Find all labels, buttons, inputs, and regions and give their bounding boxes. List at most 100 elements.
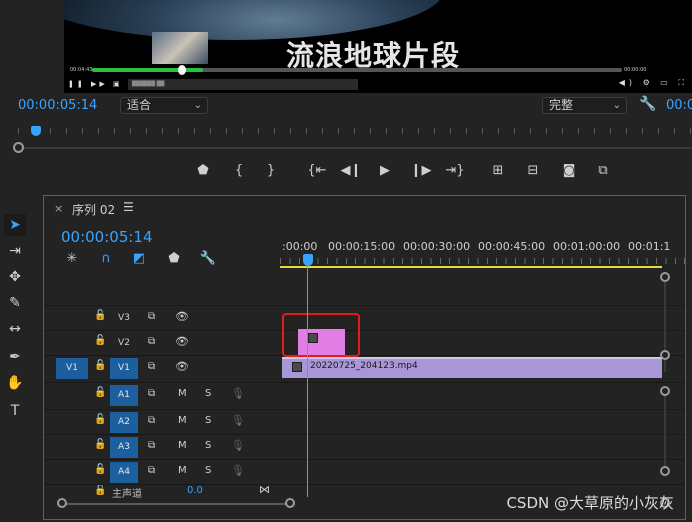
- timeline-timecode[interactable]: 00:00:05:14: [61, 228, 153, 246]
- scroll-knob[interactable]: [660, 386, 670, 396]
- nest-icon[interactable]: ✳: [63, 251, 81, 266]
- fit-dropdown[interactable]: 适合 ⌄: [120, 97, 208, 114]
- work-area-bar[interactable]: [280, 266, 662, 268]
- program-playhead[interactable]: [31, 126, 41, 136]
- track-target[interactable]: A2: [110, 412, 138, 433]
- lock-icon[interactable]: 🔓: [94, 335, 106, 346]
- eye-icon[interactable]: 👁: [175, 360, 189, 373]
- sync-lock-icon[interactable]: ⧉: [148, 440, 155, 451]
- sync-lock-icon[interactable]: ⧉: [148, 415, 155, 426]
- scroll-knob[interactable]: [660, 272, 670, 282]
- scroll-knob[interactable]: [660, 466, 670, 476]
- eye-icon[interactable]: 👁: [175, 310, 189, 323]
- video-player-right-icons[interactable]: ◀) ⚙ ▭ ⛶: [619, 78, 688, 88]
- mute-button[interactable]: M: [178, 388, 187, 399]
- program-zoom-scrollbar[interactable]: [18, 147, 692, 149]
- lift-icon[interactable]: ⊞: [487, 160, 509, 182]
- video-progress-bar[interactable]: [92, 68, 622, 72]
- mic-icon[interactable]: 🎙: [231, 439, 245, 452]
- audio-tracks-scrollbar[interactable]: [664, 392, 666, 470]
- timeline-ruler[interactable]: :00:00 00:00:15:00 00:00:30:00 00:00:45:…: [280, 236, 685, 268]
- video-progress-knob[interactable]: [178, 65, 186, 75]
- lock-icon[interactable]: 🔓: [94, 360, 106, 371]
- track-target[interactable]: A1: [110, 385, 138, 406]
- hand-tool-icon[interactable]: ✋: [4, 372, 26, 394]
- mic-icon[interactable]: 🎙: [231, 387, 245, 400]
- step-back-icon[interactable]: ◀❙: [340, 160, 362, 182]
- mute-button[interactable]: M: [178, 465, 187, 476]
- lock-icon[interactable]: 🔓: [94, 439, 106, 450]
- sync-lock-icon[interactable]: ⧉: [148, 336, 155, 347]
- go-to-out-icon[interactable]: ⇥}: [444, 160, 466, 182]
- sync-lock-icon[interactable]: ⧉: [148, 388, 155, 399]
- timeline-settings-icon[interactable]: 🔧: [199, 251, 217, 266]
- solo-button[interactable]: S: [205, 415, 211, 426]
- selection-tool-icon[interactable]: ➤: [4, 214, 26, 236]
- lock-icon[interactable]: 🔓: [94, 414, 106, 425]
- ruler-ticks: [18, 128, 692, 134]
- step-forward-icon[interactable]: ❙▶: [410, 160, 432, 182]
- timeline-playhead[interactable]: [303, 254, 313, 266]
- solo-button[interactable]: S: [205, 465, 211, 476]
- sync-lock-icon[interactable]: ⧉: [148, 361, 155, 372]
- program-timecode[interactable]: 00:00:05:14: [18, 98, 97, 113]
- scroll-knob[interactable]: [660, 350, 670, 360]
- ripple-edit-tool-icon[interactable]: ✥: [4, 266, 26, 288]
- mute-button[interactable]: M: [178, 415, 187, 426]
- track-target[interactable]: V3: [110, 308, 138, 329]
- fit-tracks-icon[interactable]: ⋈: [259, 485, 270, 496]
- mark-in-icon[interactable]: {: [228, 160, 250, 182]
- ruler-label: 00:01:00:00: [553, 240, 621, 253]
- sync-lock-icon[interactable]: ⧉: [148, 465, 155, 476]
- play-icon[interactable]: ▶: [374, 160, 396, 182]
- track-target[interactable]: V2: [110, 333, 138, 354]
- compare-icon[interactable]: ⧉: [592, 160, 614, 182]
- type-tool-icon[interactable]: T: [4, 400, 26, 422]
- snap-icon[interactable]: ∩: [97, 251, 115, 266]
- program-zoom-knob[interactable]: [13, 142, 24, 153]
- menu-icon[interactable]: ☰: [123, 200, 134, 214]
- duration-timecode: 00:0: [666, 98, 692, 113]
- mic-icon[interactable]: 🎙: [231, 464, 245, 477]
- scroll-knob[interactable]: [57, 498, 67, 508]
- close-icon[interactable]: ×: [54, 202, 63, 215]
- program-time-ruler[interactable]: [0, 120, 692, 140]
- master-volume-value[interactable]: 0.0: [187, 485, 203, 496]
- source-patch[interactable]: V1: [56, 358, 88, 379]
- tools-panel: ➤ ⇥ ✥ ✎ ↔ ✒ ✋ T: [0, 208, 30, 428]
- lock-icon[interactable]: 🔓: [94, 387, 106, 398]
- track-select-tool-icon[interactable]: ⇥: [4, 240, 26, 262]
- solo-button[interactable]: S: [205, 388, 211, 399]
- scroll-knob[interactable]: [285, 498, 295, 508]
- mute-button[interactable]: M: [178, 440, 187, 451]
- video-player-controls[interactable]: ❚❚ ▶▶ ▣ ◧: [68, 80, 137, 88]
- video-preview[interactable]: 流浪地球片段 00:04:43 00:00:00 ❚❚ ▶▶ ▣ ◧ █████…: [64, 0, 692, 93]
- resolution-dropdown[interactable]: 完整 ⌄: [542, 97, 627, 114]
- lock-icon[interactable]: 🔓: [94, 464, 106, 475]
- solo-button[interactable]: S: [205, 440, 211, 451]
- track-target[interactable]: V1: [110, 358, 138, 379]
- clip-v1[interactable]: 20220725_204123.mp4: [282, 357, 662, 378]
- extract-icon[interactable]: ⊟: [522, 160, 544, 182]
- wrench-icon[interactable]: 🔧: [639, 96, 656, 112]
- sync-lock-icon[interactable]: ⧉: [148, 311, 155, 322]
- razor-tool-icon[interactable]: ✎: [4, 292, 26, 314]
- video-search-bar[interactable]: ██████ ██: [128, 79, 358, 90]
- add-marker-icon[interactable]: ⬟: [165, 251, 183, 266]
- track-target[interactable]: A3: [110, 437, 138, 458]
- marker-icon[interactable]: ⬟: [192, 160, 214, 182]
- mic-icon[interactable]: 🎙: [231, 414, 245, 427]
- lock-icon[interactable]: 🔓: [94, 310, 106, 321]
- video-thumbnail: [152, 32, 208, 64]
- lock-icon[interactable]: 🔓: [94, 485, 106, 496]
- track-target[interactable]: A4: [110, 462, 138, 483]
- camera-icon[interactable]: ◙: [558, 160, 580, 182]
- eye-icon[interactable]: 👁: [175, 335, 189, 348]
- pen-tool-icon[interactable]: ✒: [4, 346, 26, 368]
- go-to-in-icon[interactable]: {⇤: [306, 160, 328, 182]
- linked-selection-icon[interactable]: ◩: [130, 251, 148, 266]
- sequence-tab[interactable]: 序列 02: [72, 201, 115, 218]
- mark-out-icon[interactable]: }: [260, 160, 282, 182]
- timeline-horizontal-scrollbar[interactable]: [62, 503, 290, 505]
- slip-tool-icon[interactable]: ↔: [4, 318, 26, 340]
